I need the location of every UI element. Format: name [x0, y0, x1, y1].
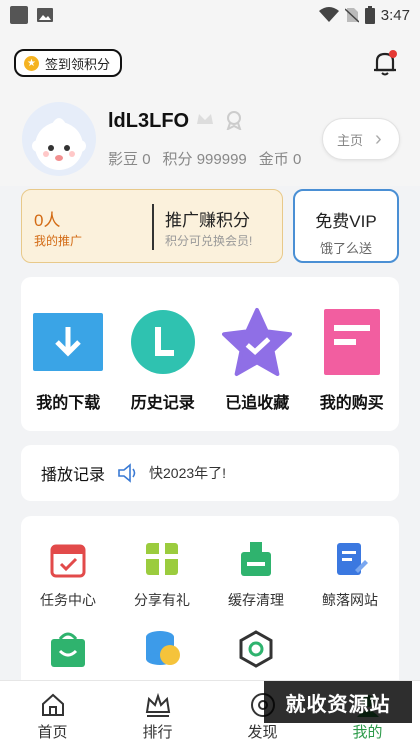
- promotion-card[interactable]: 0人 我的推广 推广赚积分 积分可兑换会员!: [21, 189, 283, 263]
- history-icon: [130, 310, 195, 374]
- watermark-overlay: 就收资源站: [264, 681, 412, 723]
- top-bar: ★ 签到领积分: [0, 30, 420, 96]
- stat-points: 积分 999999: [162, 151, 247, 168]
- promotion-count-label: 我的推广: [34, 234, 83, 248]
- tab-ranking[interactable]: 排行: [105, 681, 210, 746]
- quick-action-download[interactable]: 我的下载: [21, 277, 116, 431]
- star-icon: ★: [24, 55, 39, 71]
- wifi-icon: [318, 7, 339, 22]
- stat-coins: 金币 0: [258, 151, 302, 168]
- play-history-card[interactable]: 播放记录 快2023年了!: [21, 445, 399, 501]
- username: ldL3LFO: [108, 110, 190, 132]
- crown-badge-icon: [197, 114, 213, 124]
- history-message: 快2023年了!: [149, 465, 227, 481]
- chevron-right-icon: ›: [375, 127, 382, 150]
- vip-title: 免费VIP: [315, 212, 377, 231]
- quick-actions-card: 我的下载 历史记录 已追收藏 我的购买: [21, 277, 399, 431]
- shop-bag-icon: [51, 632, 85, 667]
- medal-badge-icon: [226, 111, 242, 130]
- profile-section: ldL3LFO 影豆 0 积分 999999 金币 0 主页 ›: [0, 96, 420, 186]
- promotion-title: 推广赚积分: [165, 211, 250, 230]
- service-settings[interactable]: [209, 628, 303, 680]
- vip-subtitle: 饿了么送: [319, 241, 372, 256]
- promotion-count: 0人: [34, 211, 61, 230]
- avatar-character-icon: [22, 102, 96, 176]
- settings-hex-icon: [239, 630, 273, 668]
- speaker-icon: [118, 463, 136, 483]
- download-icon: [33, 313, 104, 371]
- website-icon: [337, 543, 368, 575]
- coins-icon: [146, 631, 180, 665]
- gift-icon: [146, 543, 178, 575]
- clean-icon: [241, 542, 271, 576]
- services-grid: 任务中心 分享有礼 缓存清理 鲸落网站: [21, 516, 399, 696]
- play-history-title: 播放记录: [41, 467, 106, 484]
- homepage-button[interactable]: 主页 ›: [322, 118, 400, 160]
- avatar[interactable]: [22, 102, 96, 176]
- favorite-star-icon: [222, 307, 293, 377]
- signin-label: 签到领积分: [45, 56, 111, 72]
- service-task-center[interactable]: 任务中心: [21, 538, 115, 610]
- service-coins[interactable]: [115, 628, 209, 680]
- notification-bell-icon[interactable]: [368, 46, 402, 80]
- battery-icon: [364, 6, 375, 24]
- image-notification-icon: [37, 8, 53, 22]
- promo-divider: [152, 204, 154, 250]
- service-shop[interactable]: [21, 628, 115, 680]
- app-notification-icon: [10, 6, 28, 24]
- homepage-label: 主页: [337, 132, 364, 148]
- service-share-gift[interactable]: 分享有礼: [115, 538, 209, 610]
- quick-action-purchases[interactable]: 我的购买: [305, 277, 400, 431]
- user-stats: 影豆 0 积分 999999 金币 0: [108, 148, 301, 169]
- purchase-icon: [323, 309, 380, 375]
- status-bar: 3:47: [0, 0, 420, 30]
- status-time: 3:47: [380, 6, 410, 24]
- free-vip-card[interactable]: 免费VIP 饿了么送: [293, 189, 399, 263]
- quick-action-favorites[interactable]: 已追收藏: [210, 277, 305, 431]
- stat-beans: 影豆 0: [108, 151, 151, 168]
- service-cache-clean[interactable]: 缓存清理: [209, 538, 303, 610]
- task-icon: [50, 544, 86, 578]
- home-icon: [41, 693, 64, 716]
- no-sim-icon: [344, 8, 359, 23]
- promotion-subtitle: 积分可兑换会员!: [165, 234, 253, 248]
- service-website[interactable]: 鲸落网站: [303, 538, 397, 610]
- quick-action-history[interactable]: 历史记录: [116, 277, 211, 431]
- tab-home[interactable]: 首页: [0, 681, 105, 746]
- signin-button[interactable]: ★ 签到领积分: [14, 49, 123, 77]
- crown-icon: [145, 692, 170, 717]
